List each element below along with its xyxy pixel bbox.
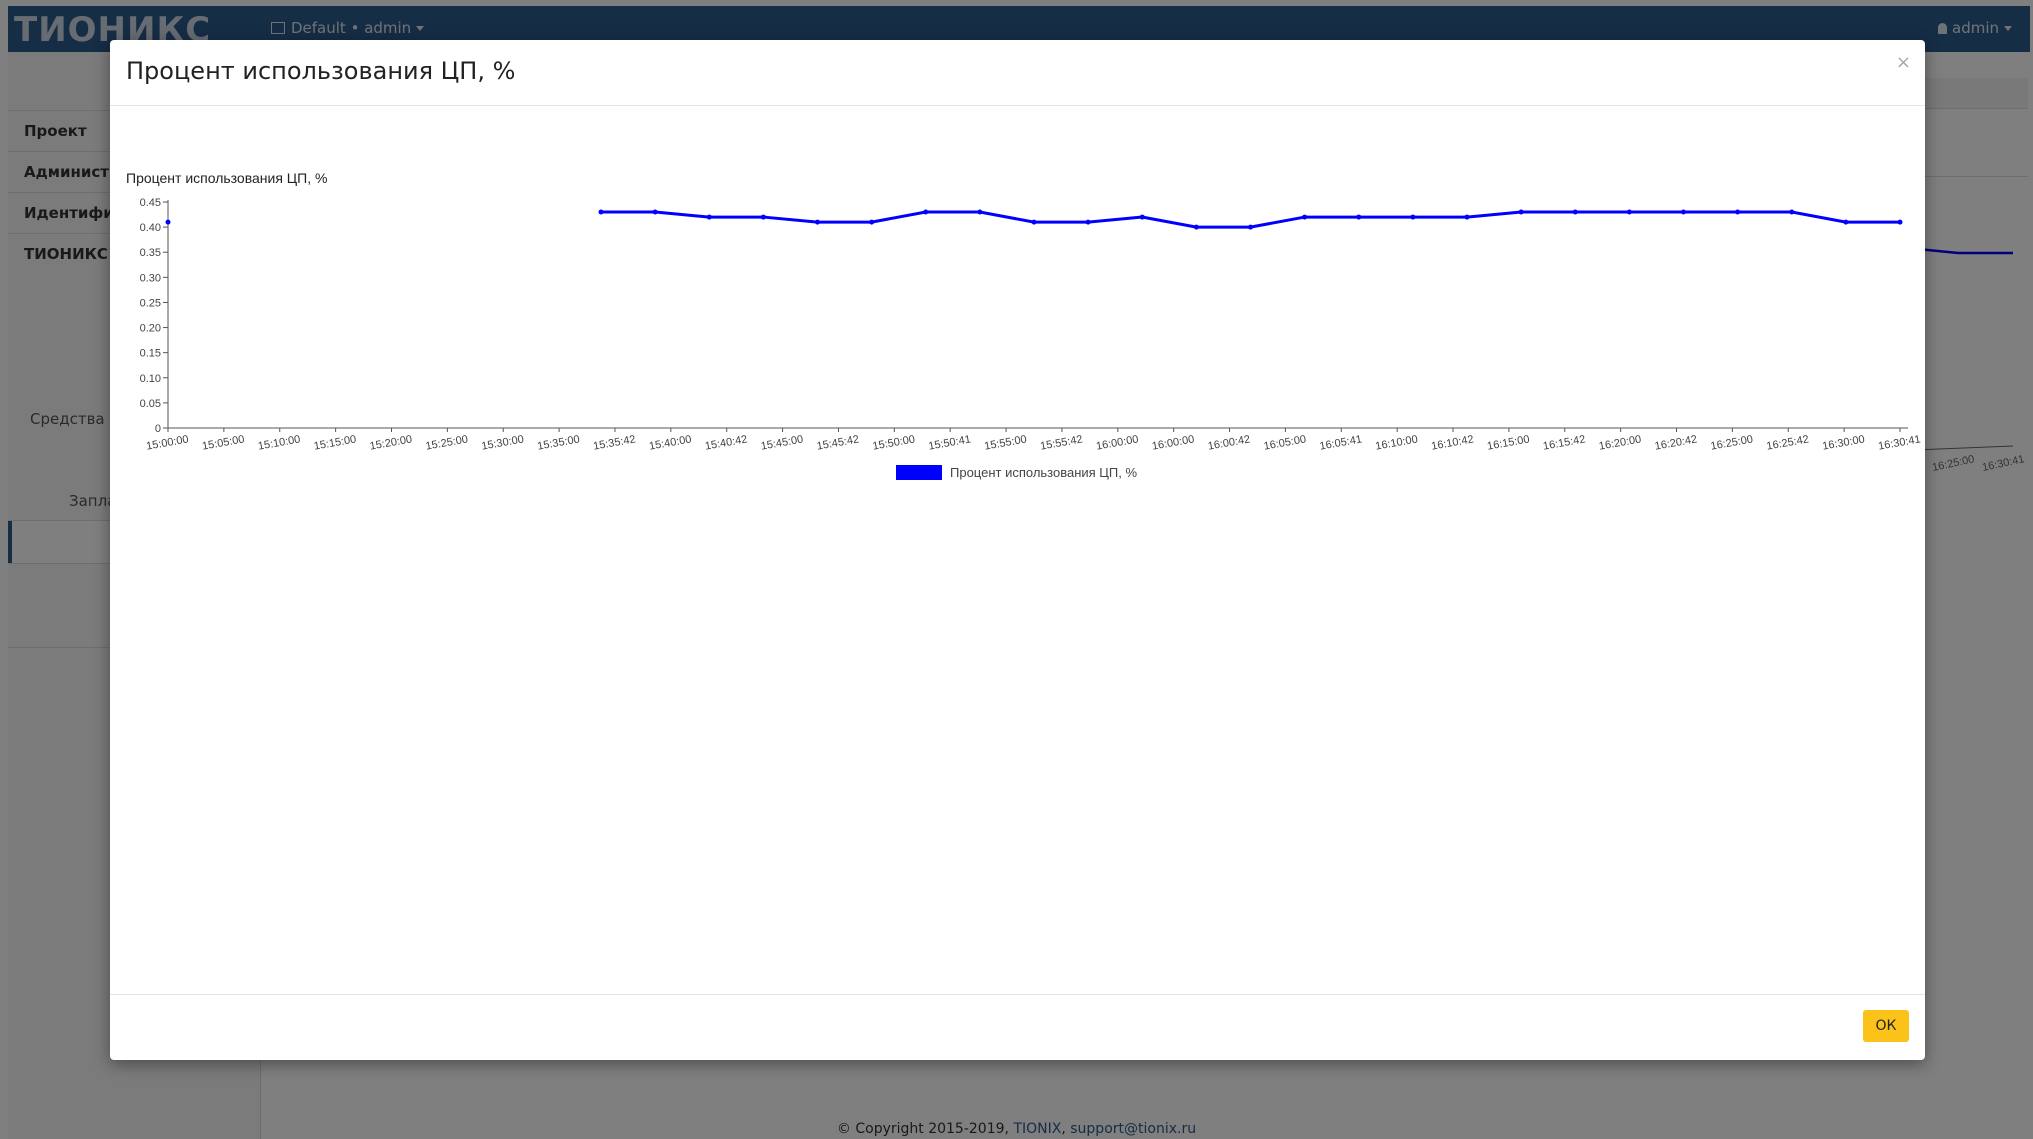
data-point (1572, 209, 1578, 215)
data-point (1248, 224, 1253, 230)
data-point (1464, 214, 1470, 220)
data-point (923, 209, 929, 215)
chart-series (165, 209, 1903, 230)
chart-legend: Процент использования ЦП, % (896, 465, 1137, 480)
y-tick-label: 0.15 (140, 348, 161, 360)
y-tick-label: 0.10 (140, 373, 161, 385)
data-point (652, 209, 658, 215)
legend-swatch (896, 465, 942, 480)
x-tick-label: 16:30:41 (1877, 433, 1921, 452)
data-point (1626, 209, 1632, 215)
modal-title: Процент использования ЦП, % (126, 57, 516, 85)
ok-button[interactable]: ОК (1863, 1010, 1909, 1042)
x-tick-label: 15:15:00 (313, 433, 357, 452)
x-tick-label: 15:45:42 (816, 433, 860, 452)
y-tick-label: 0.45 (140, 197, 161, 209)
data-point (1193, 224, 1199, 230)
x-tick-label: 15:55:42 (1039, 433, 1083, 452)
x-tick-label: 16:15:42 (1542, 433, 1586, 452)
x-tick-label: 15:50:41 (928, 433, 972, 452)
x-tick-label: 15:40:00 (648, 433, 692, 452)
legend-label: Процент использования ЦП, % (950, 465, 1137, 480)
y-tick-label: 0.05 (140, 398, 161, 410)
data-point (1789, 209, 1795, 215)
data-point (598, 209, 604, 215)
x-tick-label: 16:25:00 (1710, 433, 1754, 452)
data-point (165, 219, 171, 225)
x-tick-label: 16:10:00 (1375, 433, 1419, 452)
x-tick-label: 15:50:00 (872, 433, 916, 452)
data-point (1031, 219, 1037, 225)
x-tick-label: 15:45:00 (760, 433, 804, 452)
x-tick-label: 16:05:00 (1263, 433, 1307, 452)
x-tick-label: 15:25:00 (425, 433, 469, 452)
data-point (1356, 214, 1362, 220)
x-tick-label: 16:30:00 (1821, 433, 1865, 452)
x-tick-label: 15:20:00 (369, 433, 413, 452)
x-tick-label: 16:05:41 (1319, 433, 1363, 452)
x-tick-label: 16:20:42 (1654, 433, 1698, 452)
data-point (1843, 219, 1849, 225)
x-tick-label: 15:40:42 (704, 433, 748, 452)
data-point (815, 219, 820, 225)
x-tick-label: 15:00:00 (145, 433, 189, 452)
data-point (1085, 219, 1091, 225)
y-tick-label: 0 (155, 423, 161, 435)
x-tick-label: 16:10:42 (1430, 433, 1474, 452)
cpu-usage-chart: Процент использования ЦП, % 0 0.05 0.10 0.1… (126, 170, 1922, 480)
x-tick-label: 15:35:00 (536, 433, 580, 452)
chart-modal: Процент использования ЦП, % × Процент ис… (110, 40, 1925, 1060)
y-axis: 0 0.05 0.10 0.15 0.20 0.25 0.30 0.35 0.40 0.45 (140, 197, 169, 435)
data-point (977, 209, 983, 215)
x-tick-label: 16:15:00 (1486, 433, 1530, 452)
x-tick-label: 16:00:00 (1151, 433, 1195, 452)
y-tick-label: 0.30 (140, 272, 161, 284)
data-point (1410, 214, 1416, 220)
x-tick-label: 15:30:00 (481, 433, 525, 452)
x-tick-label: 15:05:00 (201, 433, 245, 452)
x-tick-label: 16:25:42 (1766, 433, 1810, 452)
data-point (760, 214, 766, 220)
chart-title: Процент использования ЦП, % (126, 170, 327, 186)
y-tick-label: 0.20 (140, 323, 161, 335)
x-axis: 15:00:00 15:05:00 15:10:00 15:15:00 15:20:00… (145, 427, 1922, 453)
data-point (1139, 214, 1145, 220)
modal-footer: ОК (110, 994, 1925, 1060)
x-tick-label: 15:35:42 (592, 433, 636, 452)
y-tick-label: 0.25 (140, 297, 161, 309)
close-icon[interactable]: × (1896, 52, 1911, 73)
y-tick-label: 0.35 (140, 247, 161, 259)
data-point (1897, 219, 1903, 225)
data-point (706, 214, 712, 220)
data-point (1681, 209, 1686, 215)
x-tick-label: 16:00:42 (1207, 433, 1251, 452)
x-tick-label: 16:20:00 (1598, 433, 1642, 452)
data-point (1735, 209, 1741, 215)
data-point (869, 219, 875, 225)
modal-header: Процент использования ЦП, % × (110, 40, 1925, 106)
data-point (1518, 209, 1524, 215)
x-tick-label: 15:10:00 (257, 433, 301, 452)
x-tick-label: 16:00:00 (1095, 433, 1139, 452)
data-point (1302, 214, 1308, 220)
x-tick-label: 15:55:00 (983, 433, 1027, 452)
y-tick-label: 0.40 (140, 222, 161, 234)
